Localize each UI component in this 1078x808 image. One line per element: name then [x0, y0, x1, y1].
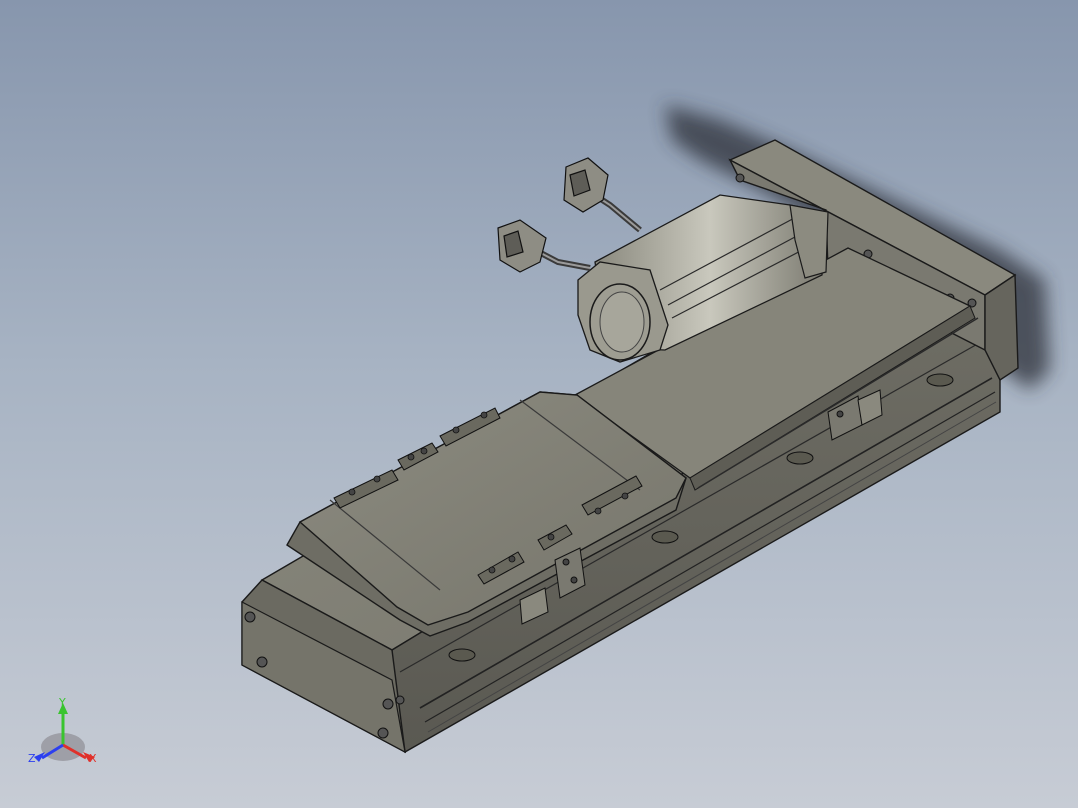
triad-z-label: Z: [28, 752, 36, 765]
triad-y-label: Y: [58, 696, 66, 709]
motor-cable-2: [533, 247, 591, 271]
front-bolt-2: [256, 656, 268, 668]
front-bolt-5: [395, 695, 405, 705]
mount-slot-2: [651, 530, 679, 544]
motor-end-cap-inner: [599, 291, 645, 353]
axis-triad: Y X Z: [28, 696, 97, 765]
connector-2: [497, 219, 547, 273]
mount-slot-3: [786, 451, 814, 465]
connector-1: [563, 157, 609, 213]
mount-slot-1: [448, 648, 476, 662]
cad-viewport[interactable]: Y X Z: [0, 0, 1078, 808]
front-bolt-4: [377, 727, 389, 739]
mount-slot-4: [926, 373, 954, 387]
front-bolt-3: [382, 698, 394, 710]
rear-bolt-1: [735, 173, 745, 183]
cad-model-view: Y X Z: [28, 105, 1050, 765]
front-bolt-1: [244, 611, 256, 623]
triad-x-label: X: [89, 752, 97, 765]
